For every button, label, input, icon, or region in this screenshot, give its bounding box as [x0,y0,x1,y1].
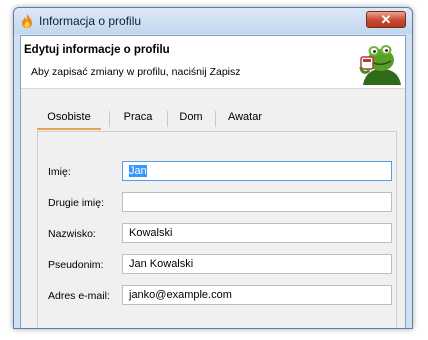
tab-separator [167,111,168,127]
close-icon: ✕ [380,12,392,27]
kermit-drinking-tea-icon [359,45,401,85]
tab-separator [215,111,216,127]
tab-separator [109,111,110,127]
profile-dialog: Informacja o profilu ✕ Edytuj informacje… [13,7,413,329]
last-name-input[interactable]: Kowalski [122,223,392,243]
first-name-label: Imię: [48,166,71,178]
tab-osobiste[interactable]: Osobiste [37,106,101,130]
last-name-value: Kowalski [129,227,173,239]
middle-name-label: Drugie imię: [48,197,105,209]
email-input[interactable]: janko@example.com [122,285,392,305]
first-name-value: Jan [129,165,147,177]
tab-awatar[interactable]: Awatar [221,106,269,130]
nickname-label: Pseudonim: [48,259,104,271]
nickname-input[interactable]: Jan Kowalski [122,254,392,274]
nickname-value: Jan Kowalski [129,258,194,270]
window-title: Informacja o profilu [39,14,142,28]
tab-dom[interactable]: Dom [173,106,209,130]
email-label: Adres e-mail: [48,290,110,302]
tab-praca[interactable]: Praca [117,106,159,130]
email-value: janko@example.com [129,289,232,301]
flame-app-icon [22,14,32,28]
first-name-input[interactable]: Jan [122,161,392,181]
header-subtitle: Aby zapisać zmiany w profilu, naciśnij Z… [31,66,241,78]
dialog-content: Edytuj informacje o profilu Aby zapisać … [20,35,406,328]
personal-info-form: Imię: Jan Drugie imię: Nazwisko: Kowalsk… [37,131,397,328]
last-name-label: Nazwisko: [48,228,96,240]
header-title: Edytuj informacje o profilu [24,44,170,56]
dialog-header: Edytuj informacje o profilu Aby zapisać … [21,36,405,89]
close-button[interactable]: ✕ [366,11,406,28]
middle-name-input[interactable] [122,192,392,212]
title-bar[interactable]: Informacja o profilu ✕ [14,8,412,34]
